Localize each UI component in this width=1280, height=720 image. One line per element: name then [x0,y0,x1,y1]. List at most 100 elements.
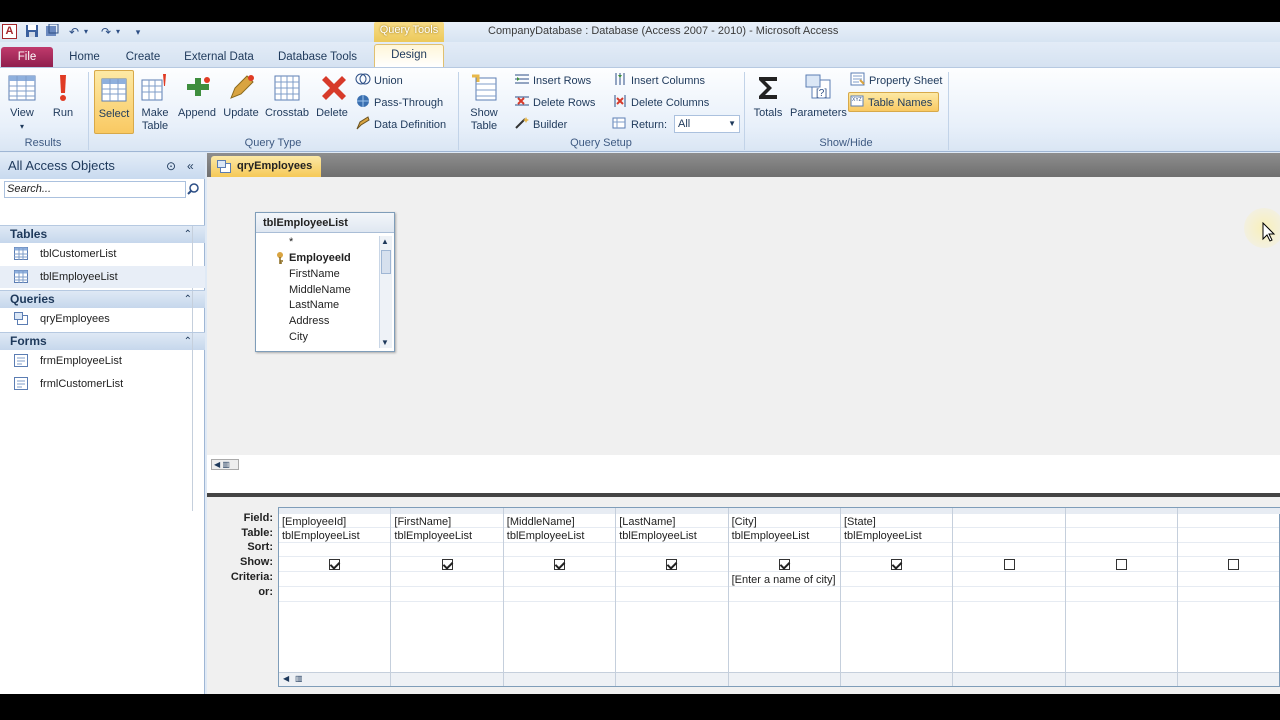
data-definition-label: Data Definition [374,119,447,131]
show-checkbox[interactable] [553,559,565,570]
grid-column[interactable]: [EmployeeId] tblEmployeeList [279,508,392,686]
show-checkbox[interactable] [778,559,790,570]
grid-column[interactable] [953,508,1066,686]
crosstab-button[interactable]: Crosstab [264,70,310,134]
grid-column[interactable]: [MiddleName] tblEmployeeList [504,508,617,686]
shutter-bar-close-icon[interactable]: « [187,153,194,179]
query-design-grid[interactable]: ◀ ▥ [EmployeeId] tblEmployeeList [FirstNam… [278,507,1280,687]
table-cell[interactable]: tblEmployeeList [394,530,472,542]
field-list-item[interactable]: Address [289,315,329,327]
tab-create[interactable]: Create [118,47,168,67]
upper-hscroll[interactable]: ◀ ▥ [211,459,239,470]
customize-qat-icon[interactable]: ▾ [132,24,144,40]
field-list-tblemployeelist[interactable]: tblEmployeeList * EmployeeId FirstName M… [255,212,395,352]
save-object-icon[interactable] [44,23,60,40]
update-button[interactable]: Update [220,70,262,134]
pass-through-button[interactable]: Pass-Through [355,93,443,113]
field-list-item[interactable]: MiddleName [289,284,351,296]
grid-column[interactable]: [State] tblEmployeeList [841,508,954,686]
show-checkbox[interactable] [1003,559,1015,570]
data-definition-button[interactable]: Data Definition [355,115,446,135]
nav-item-label: tblCustomerList [40,248,117,260]
insert-rows-button[interactable]: Insert Rows [514,71,591,91]
table-cell[interactable]: tblEmployeeList [507,530,585,542]
property-sheet-button[interactable]: Property Sheet [850,71,942,91]
table-cell[interactable]: tblEmployeeList [282,530,360,542]
field-list-scrollbar[interactable]: ▲ ▼ [379,236,392,348]
show-table-button[interactable]: Show Table [464,70,504,134]
nav-item-tblemployeelist[interactable]: tblEmployeeList [0,266,205,288]
field-list-item[interactable]: FirstName [289,268,340,280]
delete-columns-label: Delete Columns [631,97,710,109]
grid-column[interactable]: [LastName] tblEmployeeList [616,508,729,686]
nav-item-tblcustomerlist[interactable]: tblCustomerList [0,243,205,265]
field-cell[interactable]: [State] [844,516,876,528]
field-list-item[interactable]: EmployeeId [289,252,351,264]
grid-column[interactable] [1178,508,1280,686]
scroll-thumb[interactable] [381,250,391,274]
return-combo[interactable]: All ▼ [674,115,740,133]
builder-button[interactable]: Builder [514,115,567,135]
tab-external-data[interactable]: External Data [178,47,260,67]
show-checkbox[interactable] [1115,559,1127,570]
show-checkbox[interactable] [329,559,341,570]
tab-design[interactable]: Design [374,44,444,67]
view-button[interactable]: View ▾ [2,70,42,134]
nav-item-frmemployeelist[interactable]: frmEmployeeList [0,350,205,372]
field-list-item[interactable]: LastName [289,299,339,311]
field-cell[interactable]: [FirstName] [394,516,451,528]
delete-rows-button[interactable]: Delete Rows [514,93,595,113]
totals-button[interactable]: Totals [749,70,787,134]
field-list-item[interactable]: City [289,331,308,343]
field-list-item[interactable]: * [289,236,293,248]
union-button[interactable]: Union [355,71,403,91]
delete-columns-button[interactable]: Delete Columns [612,93,709,113]
nav-item-frmlcustomerlist[interactable]: frmlCustomerList [0,373,205,395]
table-names-button[interactable]: XYZ Table Names [848,92,940,112]
search-icon[interactable] [186,182,200,196]
insert-columns-button[interactable]: Insert Columns [612,71,705,91]
show-checkbox[interactable] [441,559,453,570]
redo-dropdown-icon[interactable]: ▾ [114,24,122,40]
tab-file[interactable]: File [1,47,53,67]
tab-database-tools[interactable]: Database Tools [270,47,365,67]
redo-icon[interactable]: ↷ [98,24,114,40]
nav-section-tables[interactable]: Tables ⌃ [0,225,205,404]
select-query-button[interactable]: Select [94,70,134,134]
undo-dropdown-icon[interactable]: ▾ [82,24,90,40]
nav-search-input[interactable]: Search... [4,181,186,198]
grid-column[interactable] [1066,508,1179,686]
nav-pane-header[interactable]: All Access Objects ⊙ « [0,153,205,179]
parameters-button[interactable]: [?] Parameters [790,70,847,134]
nav-item-qryemployees[interactable]: qryEmployees [0,308,205,330]
scroll-down-icon[interactable]: ▼ [381,338,389,347]
append-button[interactable]: Append [176,70,218,134]
nav-dropdown-icon[interactable]: ⊙ [166,153,176,179]
field-cell[interactable]: [LastName] [619,516,675,528]
nav-section-queries[interactable]: Queries ⌃ [0,290,205,469]
save-icon[interactable] [24,24,40,40]
table-cell[interactable]: tblEmployeeList [619,530,697,542]
doc-tab-qryemployees[interactable]: qryEmployees [211,156,321,177]
primary-key-icon [277,252,283,264]
show-checkbox[interactable] [891,559,903,570]
grid-column[interactable]: [FirstName] tblEmployeeList [391,508,504,686]
access-app-icon[interactable]: A [2,24,17,39]
tab-home[interactable]: Home [62,47,107,67]
delete-query-button[interactable]: Delete [313,70,351,134]
run-button[interactable]: Run [46,70,80,134]
table-cell[interactable]: tblEmployeeList [732,530,810,542]
nav-section-forms[interactable]: Forms ⌃ [0,332,205,511]
field-cell[interactable]: [City] [732,516,757,528]
field-cell[interactable]: [MiddleName] [507,516,575,528]
make-table-button[interactable]: Make Table [137,70,173,134]
scroll-up-icon[interactable]: ▲ [381,237,389,246]
criteria-cell[interactable]: [Enter a name of city] [732,574,836,586]
field-list-title[interactable]: tblEmployeeList [256,213,394,233]
show-checkbox[interactable] [1228,559,1240,570]
table-cell[interactable]: tblEmployeeList [844,530,922,542]
field-cell[interactable]: [EmployeeId] [282,516,346,528]
undo-icon[interactable]: ↶ [66,24,82,40]
show-checkbox[interactable] [666,559,678,570]
grid-column[interactable]: [City] tblEmployeeList [Enter a name of ci… [729,508,841,686]
